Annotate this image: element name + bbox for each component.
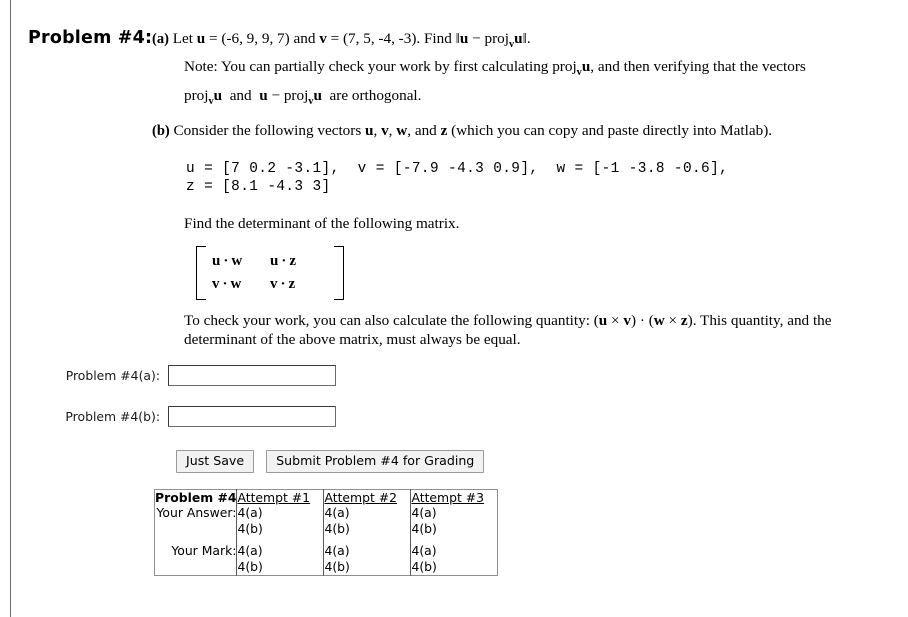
answer-label-a: Problem #4(a): [65, 368, 160, 383]
just-save-button[interactable]: Just Save [176, 450, 255, 473]
matrix-cells: u · w u · z v · w v · z [206, 246, 334, 300]
cell-line: 4(b) [237, 521, 263, 536]
part-b-statement: (b) Consider the following vectors u, v,… [152, 122, 902, 140]
answer-input-a[interactable] [168, 365, 336, 386]
matrix-cell-r2c1: v · w [212, 276, 242, 292]
your-mark-label: Your Mark: [154, 543, 238, 576]
your-answer-attempt-2: 4(a) 4(b) [323, 505, 412, 537]
part-b-text: Consider the following vectors u, v, w, … [173, 122, 773, 139]
determinant-matrix: u · w u · z v · w v · z [196, 246, 344, 300]
cell-line: 4(b) [411, 559, 437, 574]
cell-line: 4(b) [237, 559, 263, 574]
matrix-cell-r2c2: v · z [270, 276, 296, 292]
cell-line: 4(a) [411, 543, 437, 558]
table-row: Your Mark: 4(a) 4(b) 4(a) 4(b) 4(a) 4(b) [154, 543, 498, 576]
attempt-1-label: Attempt #1 [237, 490, 311, 505]
attempts-header-3: Attempt #3 [411, 490, 498, 505]
action-buttons: Just Save Submit Problem #4 for Grading [176, 450, 485, 473]
attempts-header-1: Attempt #1 [236, 489, 325, 505]
cell-line: 4(a) [411, 505, 437, 520]
part-a-note: Note: You can partially check your work … [184, 55, 900, 113]
attempts-corner-header: Problem #4 [154, 489, 238, 505]
matrix-cell-r1c1: u · w [212, 253, 243, 269]
cell-line: 4(b) [324, 559, 350, 574]
cell-line: 4(a) [324, 543, 350, 558]
answer-row-b: Problem #4(b): [56, 406, 336, 427]
cell-line: 4(a) [237, 543, 263, 558]
problem-page: Problem #4: (a) Let u = (-6, 9, 9, 7) an… [0, 0, 908, 617]
your-mark-attempt-1: 4(a) 4(b) [236, 543, 325, 576]
matrix-cell-r1c2: u · z [270, 253, 297, 269]
cell-line: 4(b) [324, 521, 350, 536]
part-a-note-line2: projvu and u − projvu are orthogonal. [184, 87, 422, 108]
attempts-header-row: Problem #4 Attempt #1 Attempt #2 Attempt… [154, 489, 498, 505]
attempt-2-label: Attempt #2 [324, 490, 398, 505]
part-a-and: and [289, 30, 320, 47]
part-a-statement: (a) Let u = (-6, 9, 9, 7) and v = (7, 5,… [152, 30, 531, 51]
submit-for-grading-button[interactable]: Submit Problem #4 for Grading [266, 450, 485, 473]
attempt-3-label: Attempt #3 [411, 490, 485, 505]
answer-label-b: Problem #4(b): [65, 409, 160, 424]
part-a-label: (a) [152, 31, 169, 47]
page-title: Problem #4: [28, 28, 153, 48]
your-mark-attempt-3: 4(a) 4(b) [411, 543, 498, 576]
answer-row-a: Problem #4(a): [56, 365, 336, 386]
attempts-header-2: Attempt #2 [323, 489, 412, 505]
cell-line: 4(a) [324, 505, 350, 520]
part-b-label: (b) [152, 123, 170, 139]
part-a-text-pre: Let [172, 30, 197, 47]
part-a-note-line1: Note: You can partially check your work … [184, 58, 806, 79]
check-work-line1: To check your work, you can also calcula… [184, 312, 832, 329]
check-work-line2: determinant of the above matrix, must al… [184, 331, 521, 348]
answer-input-b[interactable] [168, 406, 336, 427]
check-work-paragraph: To check your work, you can also calcula… [184, 311, 900, 349]
your-answer-attempt-3: 4(a) 4(b) [411, 505, 498, 537]
matrix-left-bracket [196, 246, 206, 300]
your-mark-attempt-2: 4(a) 4(b) [323, 543, 412, 576]
your-answer-label: Your Answer: [154, 505, 238, 537]
matlab-vector-code: u = [7 0.2 -3.1], v = [-7.9 -4.3 0.9], w… [186, 161, 729, 195]
table-row: Your Answer: 4(a) 4(b) 4(a) 4(b) 4(a) 4(… [154, 505, 498, 537]
cell-line: 4(a) [237, 505, 263, 520]
your-answer-attempt-1: 4(a) 4(b) [236, 505, 325, 537]
attempts-table: Problem #4 Attempt #1 Attempt #2 Attempt… [154, 489, 499, 576]
matrix-right-bracket [334, 246, 344, 300]
cell-line: 4(b) [411, 521, 437, 536]
find-determinant-text: Find the determinant of the following ma… [184, 215, 460, 232]
